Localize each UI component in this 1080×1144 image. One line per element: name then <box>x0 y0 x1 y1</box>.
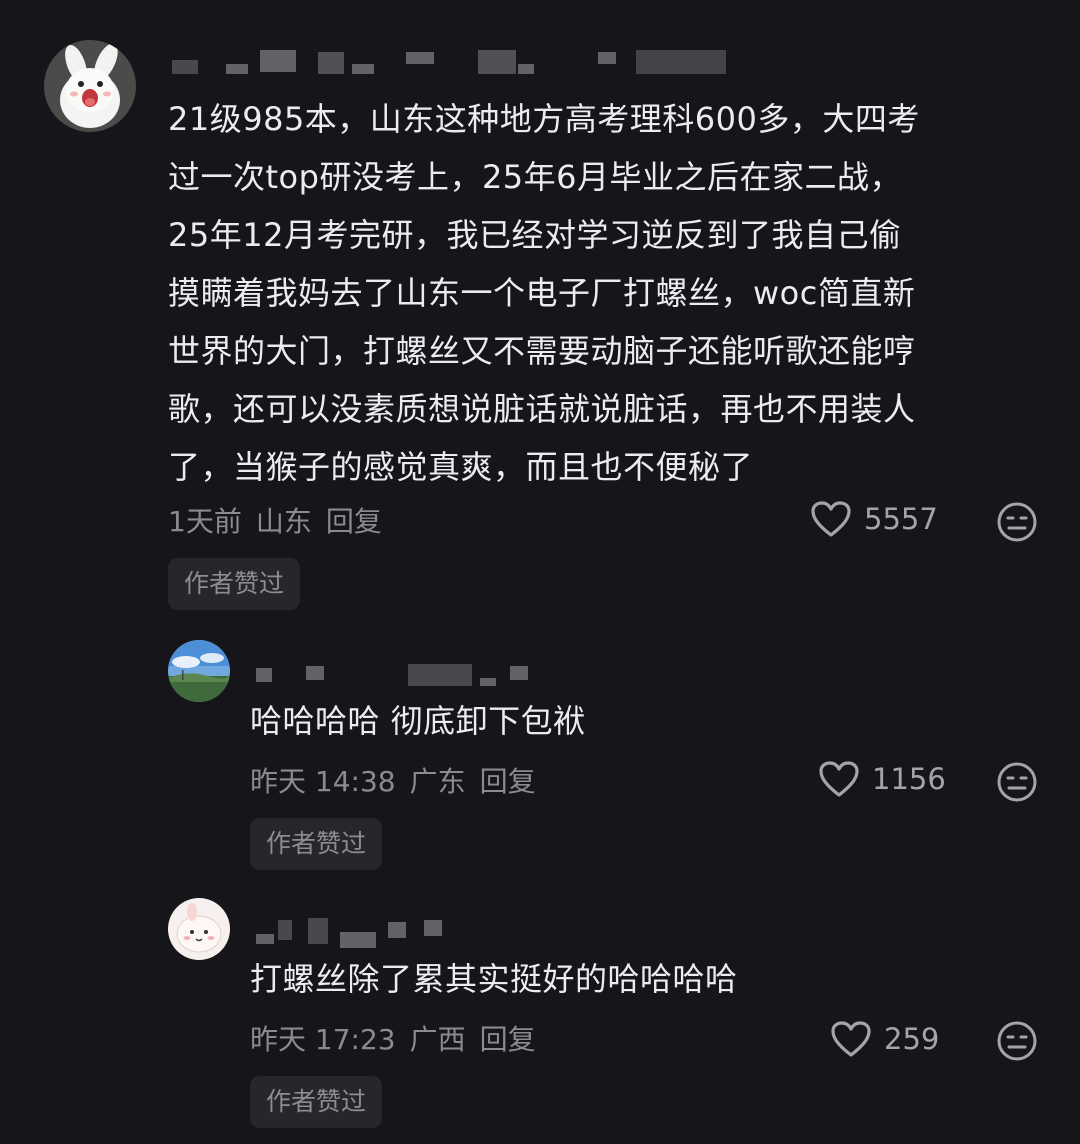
author-liked-badge: 作者赞过 <box>250 818 383 870</box>
dislike-button[interactable] <box>996 501 1038 547</box>
dislike-button[interactable] <box>996 761 1038 807</box>
username-redacted[interactable] <box>248 916 468 948</box>
comment-meta: 1天前 山东 回复 <box>168 500 382 540</box>
like-count: 5557 <box>864 502 938 536</box>
comment-region: 山东 <box>255 505 312 538</box>
heart-outline-icon <box>819 761 859 797</box>
author-liked-badge: 作者赞过 <box>168 558 301 610</box>
comment-text: 打螺丝除了累其实挺好的哈哈哈哈 <box>250 960 738 998</box>
heart-outline-icon <box>831 1021 871 1057</box>
like-button[interactable]: 1156 <box>818 760 946 798</box>
username-redacted[interactable] <box>168 46 738 74</box>
meh-face-icon <box>997 762 1037 802</box>
comment-time: 昨天 17:23 <box>250 1023 396 1056</box>
rabbit-avatar-icon[interactable] <box>44 40 136 132</box>
comment-region: 广西 <box>409 1023 466 1056</box>
author-liked-badge: 作者赞过 <box>250 1076 383 1128</box>
dislike-button[interactable] <box>996 1020 1038 1066</box>
comment-region: 广东 <box>409 765 466 798</box>
heart-outline-icon <box>811 501 851 537</box>
landscape-avatar-icon[interactable] <box>168 640 230 702</box>
meh-face-icon <box>997 1021 1037 1061</box>
comment-text: 21级985本，山东这种地方高考理科600多，大四考 过一次top研没考上，25… <box>168 100 920 486</box>
comment-meta: 昨天 17:23 广西 回复 <box>250 1018 536 1058</box>
comment-text: 哈哈哈哈 彻底卸下包袱 <box>250 702 586 740</box>
comment-meta: 昨天 14:38 广东 回复 <box>250 760 536 800</box>
like-button[interactable]: 5557 <box>810 500 938 538</box>
comment-time: 昨天 14:38 <box>250 765 396 798</box>
reply-button[interactable]: 回复 <box>480 1023 536 1056</box>
reply-button[interactable]: 回复 <box>326 505 382 538</box>
username-redacted[interactable] <box>248 660 548 688</box>
reply-button[interactable]: 回复 <box>480 765 536 798</box>
like-count: 259 <box>884 1022 940 1056</box>
like-count: 1156 <box>872 762 946 796</box>
comment-time: 1天前 <box>168 505 242 538</box>
like-button[interactable]: 259 <box>830 1020 939 1058</box>
meh-face-icon <box>997 502 1037 542</box>
cartoon-avatar-icon[interactable] <box>168 898 230 960</box>
